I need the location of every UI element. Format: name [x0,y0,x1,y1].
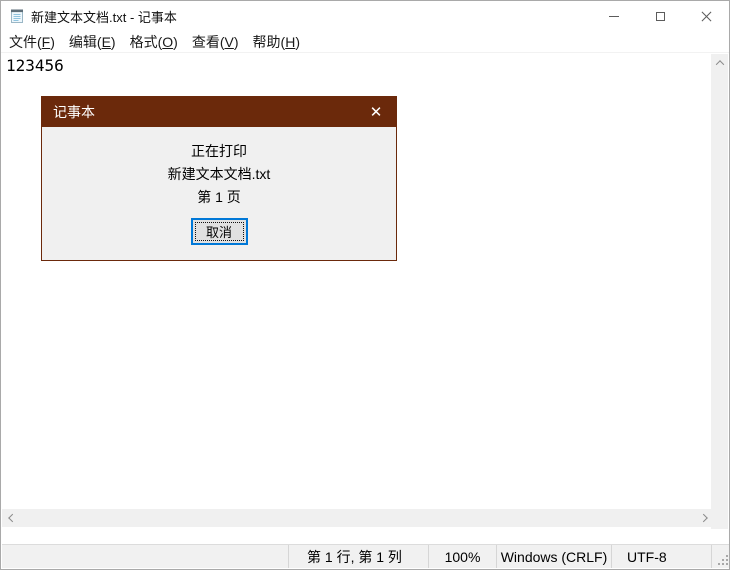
maximize-icon [656,12,665,21]
horizontal-scrollbar[interactable] [2,509,713,527]
dialog-message: 正在打印 新建文本文档.txt 第 1 页 [168,140,271,209]
menu-bar: 文件(F) 编辑(E) 格式(O) 查看(V) 帮助(H) [1,31,729,53]
status-spacer [2,545,288,568]
status-fill [711,545,730,568]
dialog-line-page: 第 1 页 [168,186,271,209]
cancel-button[interactable]: 取消 [191,218,248,245]
dialog-line-printing: 正在打印 [168,140,271,163]
scroll-up-button[interactable] [711,54,728,71]
scroll-up-icon [715,60,723,68]
vertical-scrollbar[interactable] [711,54,728,529]
printing-dialog: 记事本 ✕ 正在打印 新建文本文档.txt 第 1 页 取消 [41,96,397,261]
window-title: 新建文本文档.txt - 记事本 [31,7,177,26]
maximize-button[interactable] [637,1,683,31]
minimize-icon [609,16,619,17]
status-encoding: UTF-8 [611,545,711,568]
editor-text: 123456 [2,54,713,75]
dialog-body: 正在打印 新建文本文档.txt 第 1 页 取消 [42,127,396,260]
scroll-left-icon [8,514,16,522]
close-button[interactable] [683,1,729,31]
menu-help[interactable]: 帮助(H) [246,30,307,54]
scroll-right-icon [699,514,707,522]
status-bar: 第 1 行, 第 1 列 100% Windows (CRLF) UTF-8 [2,544,730,568]
scroll-left-button[interactable] [2,510,19,527]
title-bar: 新建文本文档.txt - 记事本 [1,1,729,31]
dialog-line-filename: 新建文本文档.txt [168,163,271,186]
notepad-icon [9,8,25,24]
dialog-close-icon: ✕ [370,103,383,121]
status-cursor-position: 第 1 行, 第 1 列 [288,545,428,568]
resize-grip[interactable] [717,555,728,566]
minimize-button[interactable] [591,1,637,31]
menu-file[interactable]: 文件(F) [2,30,62,54]
menu-format[interactable]: 格式(O) [123,30,185,54]
notepad-window: 新建文本文档.txt - 记事本 文件(F) 编辑(E) 格式(O) 查看(V)… [0,0,730,570]
menu-edit[interactable]: 编辑(E) [62,30,123,54]
dialog-title: 记事本 [42,102,95,122]
menu-view[interactable]: 查看(V) [185,30,246,54]
scrollbar-corner [711,509,728,527]
dialog-close-button[interactable]: ✕ [356,97,396,127]
window-controls [591,1,729,31]
close-icon [701,11,712,22]
dialog-title-bar: 记事本 ✕ [42,97,396,127]
status-line-ending: Windows (CRLF) [496,545,611,568]
status-zoom-level: 100% [428,545,496,568]
